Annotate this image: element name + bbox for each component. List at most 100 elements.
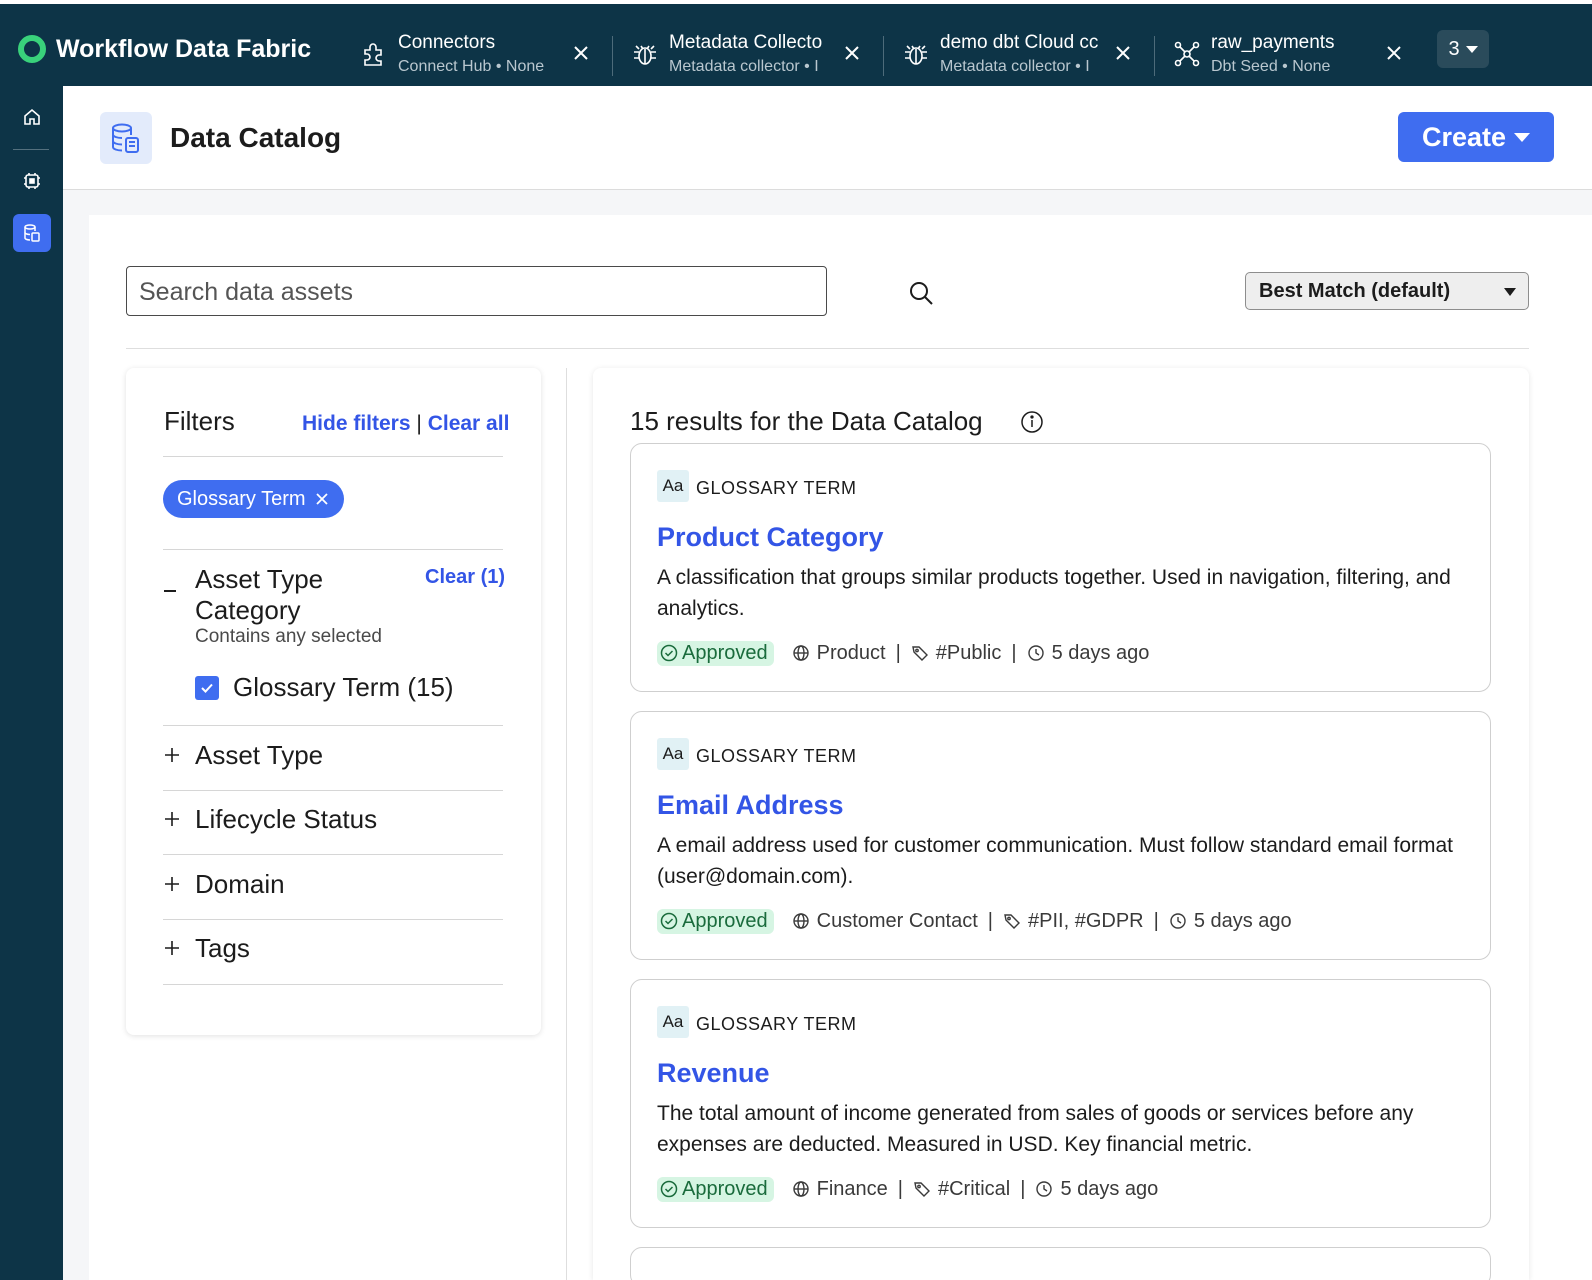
result-title-link[interactable]: Email Address [657, 790, 844, 821]
top-header: Workflow Data Fabric Connectors Connect … [0, 0, 1592, 86]
window-tab-subtitle: Metadata collector • I [669, 58, 819, 75]
left-nav-rail [0, 86, 63, 1280]
result-card[interactable]: Aa GLOSSARY TERM Product Category A clas… [630, 443, 1491, 692]
page-header: Data Catalog Create [63, 86, 1592, 190]
updated-text: 5 days ago [1193, 909, 1292, 932]
rail-catalog-button[interactable] [13, 214, 51, 252]
status-badge: Approved [657, 640, 774, 666]
catalog-icon [24, 224, 40, 242]
filter-section-asset-type-category[interactable]: Asset Type Category [195, 564, 415, 626]
result-description: The total amount of income generated fro… [657, 1102, 1414, 1156]
filter-section-asset-type[interactable]: Asset Type [163, 738, 503, 778]
asset-type-label: GLOSSARY TERM [696, 746, 857, 766]
divider [126, 348, 1529, 349]
status-text: Approved [682, 1177, 768, 1200]
caret-down-icon [1504, 288, 1516, 296]
check-circle-icon [660, 644, 678, 662]
create-button[interactable]: Create [1398, 112, 1554, 162]
close-icon[interactable] [314, 491, 330, 507]
window-tab-raw-payments[interactable]: raw_payments Dbt Seed • None [1173, 28, 1435, 80]
result-title-link[interactable]: Product Category [657, 522, 884, 553]
results-heading: 15 results for the Data Catalog [630, 406, 983, 436]
brand[interactable]: Workflow Data Fabric [18, 32, 311, 66]
globe-icon [792, 645, 809, 661]
glossary-term-icon: Aa [657, 1006, 689, 1038]
divider [163, 790, 503, 791]
filter-section-lifecycle-status[interactable]: Lifecycle Status [163, 802, 503, 842]
tab-overflow-count: 3 [1448, 37, 1460, 60]
close-icon[interactable] [1112, 42, 1134, 64]
globe-icon [792, 1181, 809, 1197]
window-tab-title: Metadata Collecto [669, 32, 823, 53]
result-card[interactable] [630, 1247, 1491, 1280]
brand-logo-icon [18, 35, 46, 63]
plus-icon [165, 941, 179, 955]
tags-text: #Critical [937, 1177, 1011, 1200]
divider [163, 725, 503, 726]
puzzle-icon [364, 43, 382, 66]
result-meta: Approved Customer Contact | #PII, #GDPR … [657, 908, 1292, 934]
active-filter-chip-label: Glossary Term [177, 487, 306, 510]
filters-links: Hide filters | Clear all [302, 412, 509, 436]
close-icon[interactable] [1383, 42, 1405, 64]
close-icon[interactable] [841, 42, 863, 64]
filter-section-label: Asset Type [195, 740, 324, 770]
result-card[interactable]: Aa GLOSSARY TERM Revenue The total amoun… [630, 979, 1491, 1228]
caret-down-icon [1514, 132, 1531, 142]
plus-icon [165, 812, 179, 826]
bug-icon [905, 45, 927, 65]
tag-icon [1004, 914, 1020, 929]
filters-title: Filters [164, 406, 235, 436]
divider [163, 854, 503, 855]
tab-separator [883, 36, 884, 76]
meta-separator: | [1020, 1177, 1026, 1200]
result-title-link[interactable]: Revenue [657, 1058, 770, 1089]
info-icon[interactable] [1020, 410, 1044, 434]
close-icon[interactable] [570, 42, 592, 64]
rail-chip-button[interactable] [13, 162, 51, 200]
meta-separator: | [1011, 641, 1017, 664]
tags-text: #PII, #GDPR [1028, 909, 1144, 932]
active-filter-chip[interactable]: Glossary Term [163, 480, 344, 518]
status-text: Approved [682, 909, 768, 932]
glossary-term-icon: Aa [657, 738, 689, 770]
result-description: A classification that groups similar pro… [657, 566, 1451, 620]
checkbox-label[interactable]: Glossary Term (15) [233, 672, 454, 703]
clear-all-link[interactable]: Clear all [428, 412, 510, 435]
rail-home-button[interactable] [13, 98, 51, 136]
window-tab-title: raw_payments [1211, 32, 1335, 53]
glossary-term-checkbox[interactable] [195, 676, 219, 700]
search-icon[interactable] [907, 279, 935, 307]
clear-section-link[interactable]: Clear (1) [425, 566, 505, 589]
divider [163, 549, 503, 550]
link-separator: | [416, 412, 422, 435]
asset-type-label: GLOSSARY TERM [696, 478, 857, 498]
clock-icon [1027, 645, 1044, 661]
filter-section-tags[interactable]: Tags [163, 931, 503, 971]
glossary-term-icon: Aa [657, 470, 689, 502]
divider [163, 984, 503, 985]
check-circle-icon [660, 912, 678, 930]
filter-section-domain[interactable]: Domain [163, 867, 503, 907]
window-tab-connectors[interactable]: Connectors Connect Hub • None [360, 28, 622, 80]
rail-separator [13, 149, 49, 150]
check-icon [201, 683, 213, 693]
tab-separator [1154, 36, 1155, 76]
status-text: Approved [682, 641, 768, 664]
domain-text: Customer Contact [816, 909, 978, 932]
sort-select[interactable]: Best Match (default) [1245, 272, 1529, 310]
tag-icon [911, 646, 928, 661]
result-card[interactable]: Aa GLOSSARY TERM Email Address A email a… [630, 711, 1491, 960]
divider [163, 919, 503, 920]
hide-filters-link[interactable]: Hide filters [302, 412, 411, 435]
updated-text: 5 days ago [1051, 641, 1150, 664]
meta-separator: | [987, 909, 993, 932]
window-tab-demo-dbt-cloud[interactable]: demo dbt Cloud cc Metadata collector • I [902, 28, 1164, 80]
create-button-label: Create [1421, 121, 1507, 152]
filter-section-label: Domain [195, 869, 285, 899]
search-input[interactable] [139, 275, 769, 309]
collapse-icon[interactable] [164, 590, 176, 592]
tab-overflow-button[interactable]: 3 [1437, 30, 1489, 68]
domain-text: Finance [816, 1177, 888, 1200]
window-tab-metadata-collector[interactable]: Metadata Collecto Metadata collector • I [631, 28, 893, 80]
